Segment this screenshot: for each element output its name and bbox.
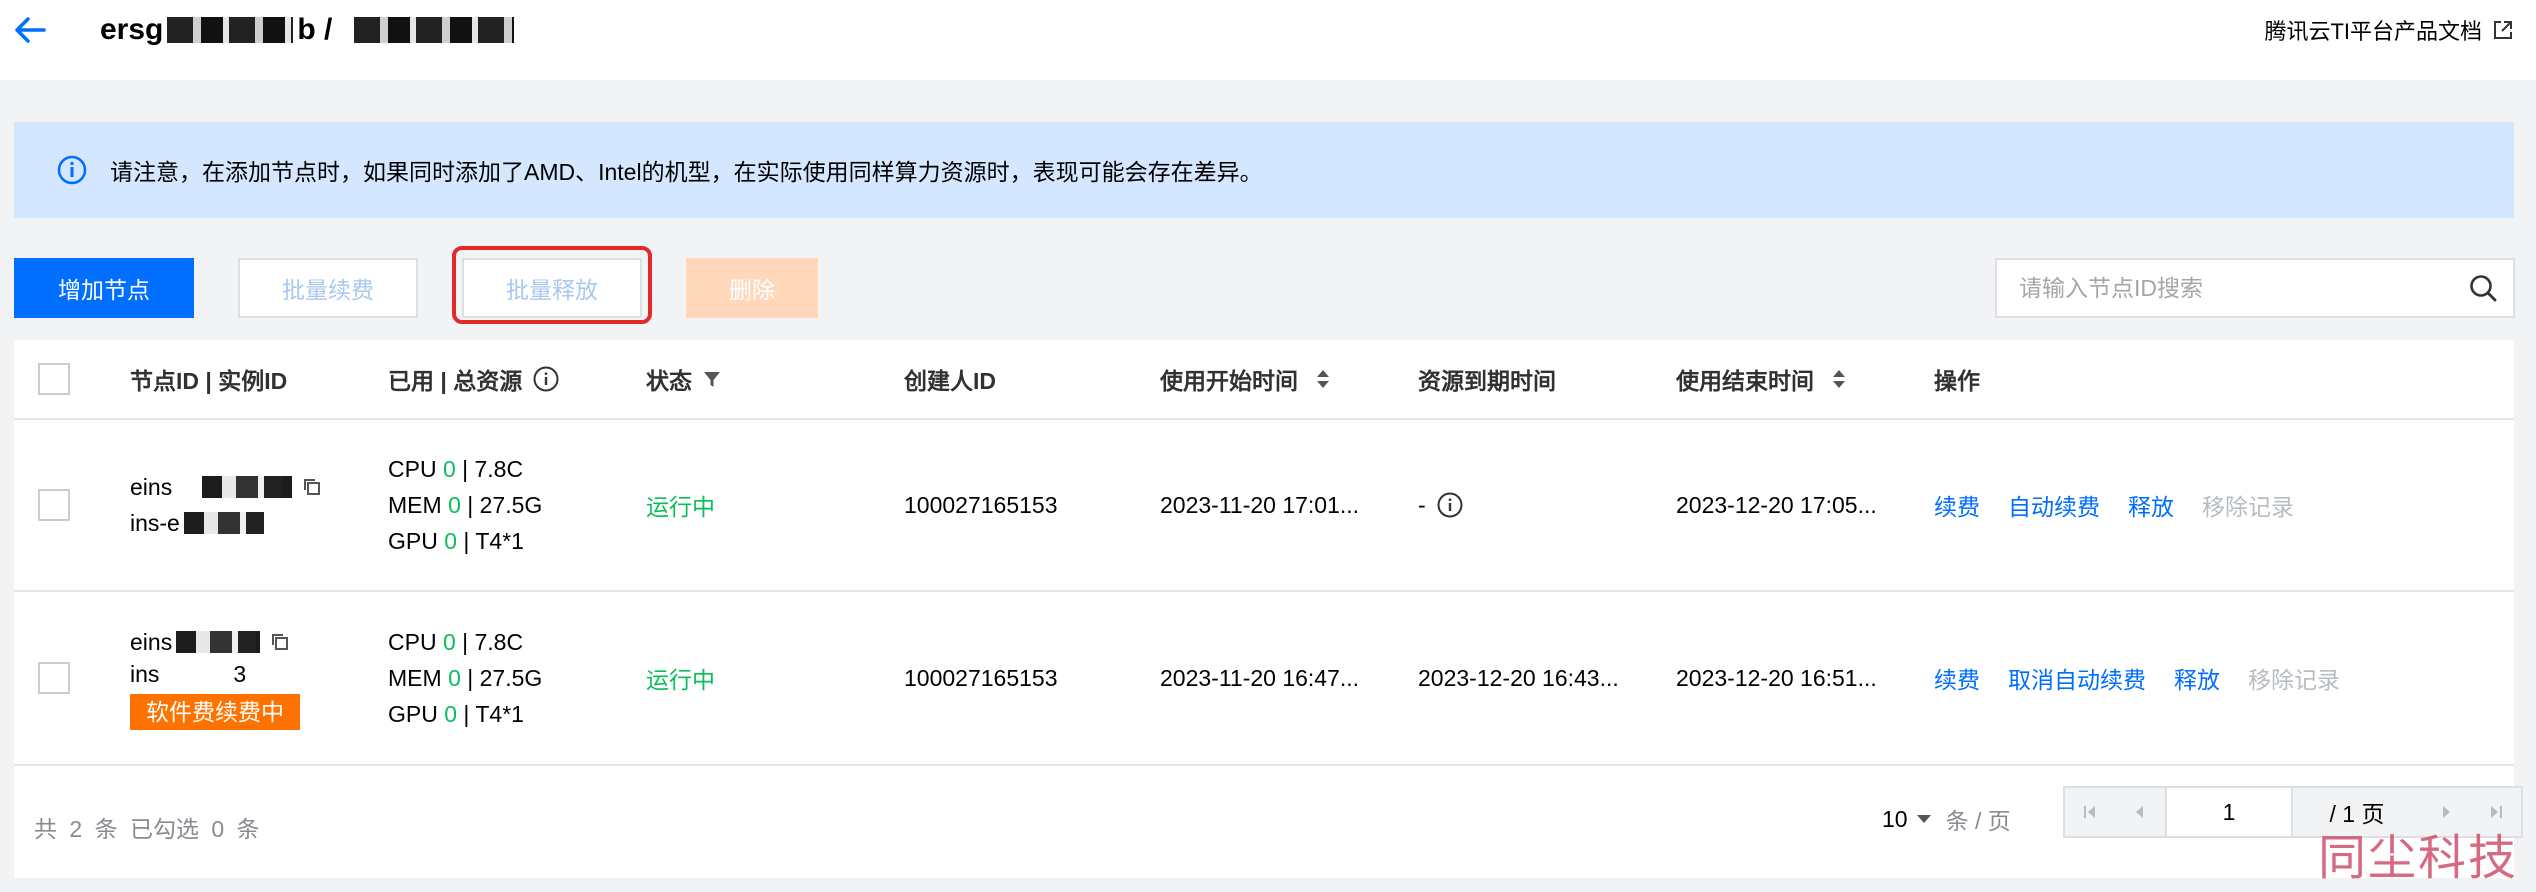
page-size-unit: 条 / 页	[1945, 808, 2011, 834]
col-expire-time: 资源到期时间	[1418, 368, 1556, 394]
breadcrumb-separator: b /	[297, 13, 333, 46]
search-input[interactable]	[1997, 260, 2453, 316]
page-number-input[interactable]: 1	[2165, 788, 2293, 836]
creator-id: 100027165153	[904, 664, 1058, 691]
resource-cell: CPU 0 | 7.8C MEM 0 | 27.5G GPU 0 | T4*1	[388, 629, 543, 727]
release-link[interactable]: 释放	[2174, 661, 2220, 695]
add-node-button[interactable]: 增加节点	[14, 258, 194, 318]
col-actions: 操作	[1934, 368, 1980, 394]
redacted-text	[354, 17, 515, 43]
delete-button[interactable]: 删除	[686, 258, 818, 318]
auto-renew-link[interactable]: 自动续费	[2008, 488, 2100, 522]
back-button[interactable]	[10, 12, 50, 48]
status-text: 运行中	[646, 667, 715, 693]
col-start-time-label: 使用开始时间	[1160, 368, 1298, 394]
search-button[interactable]	[2453, 260, 2513, 316]
table-header: 节点ID | 实例ID 已用 | 总资源 状态 创建人ID 使用开始时间 资源到…	[14, 340, 2514, 420]
select-all-checkbox[interactable]	[38, 363, 70, 395]
sort-icon[interactable]	[1832, 368, 1846, 390]
redacted-text	[202, 476, 293, 498]
filter-icon[interactable]	[702, 369, 722, 389]
breadcrumb-cluster[interactable]: ersg	[100, 13, 163, 47]
prev-page-button[interactable]	[2115, 788, 2165, 836]
node-id-cell: eins ins-e	[130, 420, 322, 590]
row-checkbox[interactable]	[38, 489, 70, 521]
col-node-id: 节点ID | 实例ID	[130, 368, 288, 394]
cancel-auto-renew-link[interactable]: 取消自动续费	[2008, 661, 2146, 695]
info-icon[interactable]	[532, 365, 560, 393]
batch-renew-button[interactable]: 批量续费	[238, 258, 418, 318]
first-page-button[interactable]	[2065, 788, 2115, 836]
node-id: eins	[130, 474, 173, 500]
highlight-box	[452, 246, 652, 324]
redacted-text	[183, 512, 264, 534]
external-link-icon	[2494, 21, 2512, 39]
info-icon[interactable]	[1436, 491, 1464, 519]
remove-record-link[interactable]: 移除记录	[2248, 661, 2340, 695]
renew-link[interactable]: 续费	[1934, 488, 1980, 522]
expire-time: 2023-12-20 16:43...	[1418, 664, 1619, 691]
selection-summary: 共 2 条 已勾选 0 条	[34, 816, 260, 842]
actions-cell: 续费 取消自动续费 释放 移除记录	[1934, 592, 2368, 764]
expire-time: -	[1418, 491, 1426, 518]
redacted-text	[176, 631, 261, 653]
end-time: 2023-12-20 17:05...	[1676, 491, 1877, 518]
resource-cell: CPU 0 | 7.8C MEM 0 | 27.5G GPU 0 | T4*1	[388, 456, 543, 554]
end-time: 2023-12-20 16:51...	[1676, 664, 1877, 691]
prev-page-icon	[2136, 806, 2143, 818]
docs-link[interactable]: 腾讯云TI平台产品文档	[2264, 14, 2514, 46]
status-badge: 软件费续费中	[130, 694, 300, 730]
breadcrumb: ersg b /	[100, 10, 518, 50]
info-icon	[57, 155, 87, 185]
docs-link-label: 腾讯云TI平台产品文档	[2264, 19, 2482, 44]
watermark: 同尘科技	[2317, 830, 2518, 886]
release-link[interactable]: 释放	[2128, 488, 2174, 522]
status-text: 运行中	[646, 494, 715, 520]
node-id: eins	[130, 629, 173, 655]
col-resources: 已用 | 总资源	[388, 340, 560, 418]
table-row: eins ins-e CPU 0 | 7.8C MEM 0 | 27.5G GP…	[14, 420, 2514, 592]
col-start-time[interactable]: 使用开始时间	[1160, 340, 1330, 418]
page-size-select[interactable]: 10 条 / 页	[1882, 796, 2011, 842]
search-icon	[2470, 275, 2497, 302]
col-creator: 创建人ID	[904, 368, 996, 394]
instance-id: ins-e	[130, 510, 180, 536]
expire-time-cell: -	[1418, 420, 1464, 590]
page-size-value: 10	[1882, 805, 1908, 832]
col-status: 状态	[646, 340, 722, 418]
notice-text: 请注意，在添加节点时，如果同时添加了AMD、Intel的机型，在实际使用同样算力…	[110, 159, 1263, 185]
instance-id-suffix: 3	[233, 661, 247, 687]
instance-id: ins	[130, 661, 160, 687]
creator-id: 100027165153	[904, 491, 1058, 518]
col-resources-label: 已用 | 总资源	[388, 368, 523, 394]
redacted-text	[167, 17, 294, 43]
copy-icon[interactable]	[270, 632, 290, 652]
remove-record-link[interactable]: 移除记录	[2202, 488, 2294, 522]
actions-cell: 续费 自动续费 释放 移除记录	[1934, 420, 2322, 590]
col-end-time-label: 使用结束时间	[1676, 368, 1814, 394]
caret-down-icon	[1916, 815, 1931, 823]
copy-icon[interactable]	[302, 477, 322, 497]
row-checkbox[interactable]	[38, 662, 70, 694]
arrow-left-icon	[15, 17, 46, 43]
table-row: eins ins 3 软件费续费中 CPU 0 | 7.8C MEM 0 | 2…	[14, 592, 2514, 766]
start-time: 2023-11-20 16:47...	[1160, 664, 1360, 691]
col-status-label: 状态	[646, 368, 692, 394]
notice-alert: 请注意，在添加节点时，如果同时添加了AMD、Intel的机型，在实际使用同样算力…	[14, 122, 2514, 218]
redacted-text	[163, 663, 234, 685]
start-time: 2023-11-20 17:01...	[1160, 491, 1360, 518]
page-header: ersg b / 腾讯云TI平台产品文档	[0, 0, 2536, 80]
search-box	[1995, 258, 2515, 318]
node-id-cell: eins ins 3 软件费续费中	[130, 592, 300, 764]
sort-icon[interactable]	[1316, 368, 1330, 390]
first-page-icon	[2084, 806, 2095, 818]
renew-link[interactable]: 续费	[1934, 661, 1980, 695]
col-end-time[interactable]: 使用结束时间	[1676, 340, 1846, 418]
